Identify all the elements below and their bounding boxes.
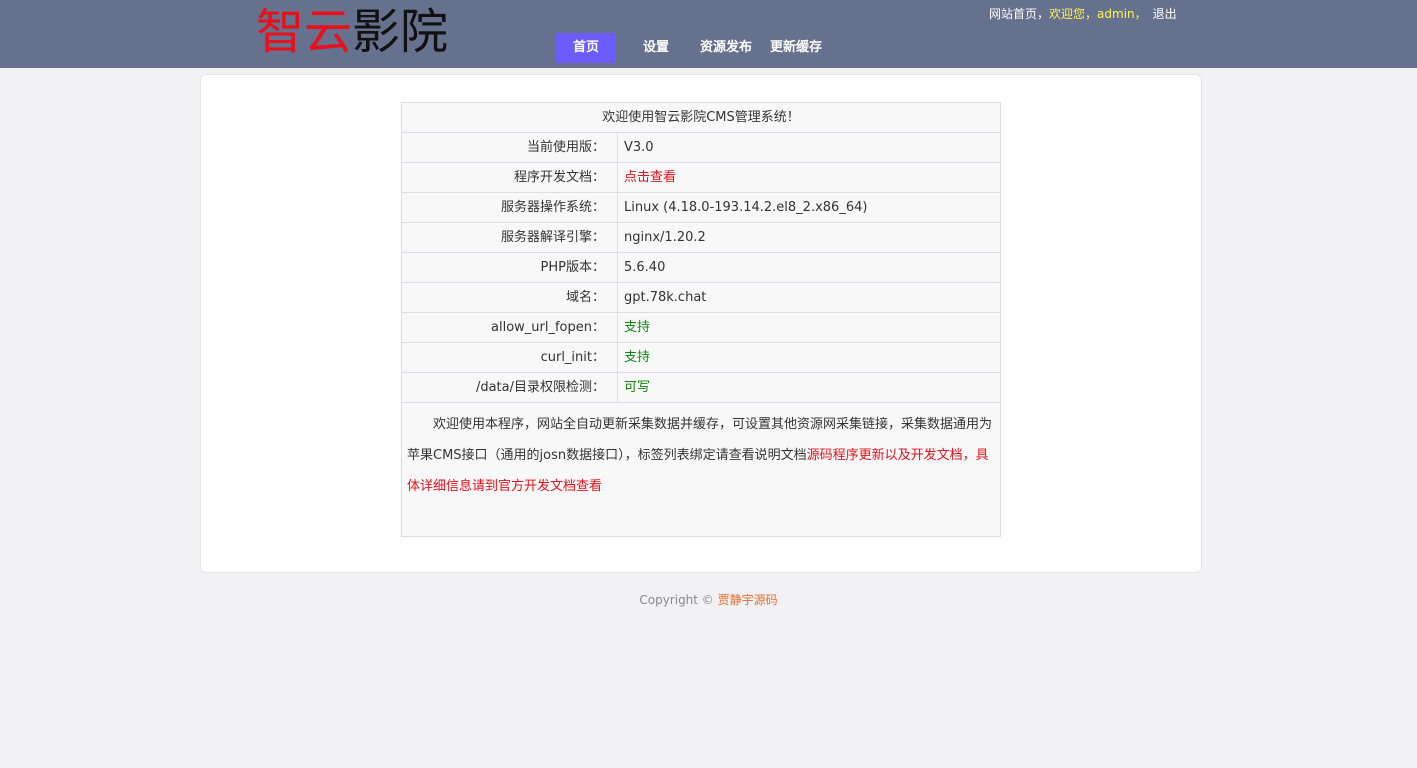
top-links: 网站首页，欢迎您，admin， 退出	[989, 6, 1177, 22]
description-cell: 欢迎使用本程序，网站全自动更新采集数据并缓存，可设置其他资源网采集链接，采集数据…	[401, 402, 1001, 537]
system-info-table: 欢迎使用智云影院CMS管理系统！ 当前使用版： V3.0 程序开发文档： 点击查…	[401, 102, 1001, 537]
table-row: 域名： gpt.78k.chat	[401, 282, 1001, 313]
row-label: PHP版本：	[401, 252, 618, 283]
row-label: 程序开发文档：	[401, 162, 618, 193]
row-label: allow_url_fopen：	[401, 312, 618, 343]
domain-value: gpt.78k.chat	[617, 282, 1001, 313]
table-row: 欢迎使用本程序，网站全自动更新采集数据并缓存，可设置其他资源网采集链接，采集数据…	[401, 402, 1001, 537]
row-label: curl_init：	[401, 342, 618, 373]
welcome-heading: 欢迎使用智云影院CMS管理系统！	[401, 102, 1001, 133]
copyright-text: Copyright ©	[639, 593, 718, 607]
os-value: Linux (4.18.0-193.14.2.el8_2.x86_64)	[617, 192, 1001, 223]
logo-text-part2: 影院	[352, 4, 449, 60]
nav-home[interactable]: 首页	[556, 33, 616, 63]
fopen-status-cell: 支持	[617, 312, 1001, 343]
site-logo[interactable]: 智云影院	[256, 4, 448, 60]
php-version-value: 5.6.40	[617, 252, 1001, 283]
table-row: 服务器操作系统： Linux (4.18.0-193.14.2.el8_2.x8…	[401, 192, 1001, 223]
welcome-text: 欢迎您，	[1049, 7, 1098, 21]
table-row: curl_init： 支持	[401, 342, 1001, 373]
nav-settings[interactable]: 设置	[630, 33, 682, 63]
nav-update-cache[interactable]: 更新缓存	[765, 33, 827, 63]
nav-resource-publish[interactable]: 资源发布	[695, 33, 757, 63]
fopen-status: 支持	[624, 320, 651, 335]
username: admin	[1097, 7, 1135, 21]
table-row: allow_url_fopen： 支持	[401, 312, 1001, 343]
logout-link[interactable]: 退出	[1153, 7, 1177, 21]
footer: Copyright © 贾静宇源码	[0, 592, 1417, 608]
row-label: 域名：	[401, 282, 618, 313]
table-row: 程序开发文档： 点击查看	[401, 162, 1001, 193]
footer-brand-link[interactable]: 贾静宇源码	[718, 593, 778, 607]
logo-text-part1: 智云	[256, 4, 353, 60]
table-row: /data/目录权限检测： 可写	[401, 372, 1001, 403]
engine-value: nginx/1.20.2	[617, 222, 1001, 253]
row-label: 当前使用版：	[401, 132, 618, 163]
table-row: PHP版本： 5.6.40	[401, 252, 1001, 283]
header: 智云影院 网站首页，欢迎您，admin， 退出 首页 设置 资源发布 更新缓存	[0, 0, 1417, 68]
table-row: 服务器解译引擎： nginx/1.20.2	[401, 222, 1001, 253]
curl-status: 支持	[624, 350, 651, 365]
row-label: /data/目录权限检测：	[401, 372, 618, 403]
curl-status-cell: 支持	[617, 342, 1001, 373]
welcome-separator: ，	[1134, 7, 1147, 21]
table-row: 欢迎使用智云影院CMS管理系统！	[401, 102, 1001, 133]
data-dir-status: 可写	[624, 380, 651, 395]
site-home-link[interactable]: 网站首页，	[989, 7, 1049, 21]
row-label: 服务器解译引擎：	[401, 222, 618, 253]
docs-cell: 点击查看	[617, 162, 1001, 193]
version-value: V3.0	[617, 132, 1001, 163]
table-row: 当前使用版： V3.0	[401, 132, 1001, 163]
docs-link[interactable]: 点击查看	[624, 170, 676, 185]
row-label: 服务器操作系统：	[401, 192, 618, 223]
data-dir-status-cell: 可写	[617, 372, 1001, 403]
